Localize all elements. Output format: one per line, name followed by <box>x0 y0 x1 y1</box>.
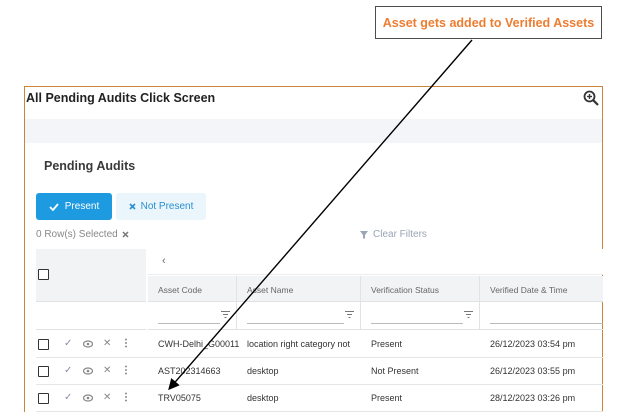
cell-asset-code: TRV05075 <box>158 393 201 403</box>
filter-input-line[interactable] <box>247 323 344 324</box>
cell-verification-status: Present <box>371 339 403 349</box>
filter-cell-asset-name[interactable] <box>237 302 361 329</box>
pending-audits-grid: ‹ Asset Code Asset Name Verification Sta… <box>36 249 603 413</box>
column-header-asset-code[interactable]: Asset Code <box>148 276 237 301</box>
column-header-label: Verification Status <box>371 285 440 295</box>
present-button-label: Present <box>64 201 100 212</box>
row-checkbox[interactable] <box>38 393 49 404</box>
reject-x-icon[interactable]: ✕ <box>103 392 111 403</box>
clear-selection-icon[interactable] <box>122 231 129 238</box>
screen-title: All Pending Audits Click Screen <box>26 91 216 105</box>
grid-filter-spacer <box>36 302 146 330</box>
column-header-asset-name[interactable]: Asset Name <box>237 276 361 301</box>
not-present-button[interactable]: Not Present <box>116 193 206 220</box>
verify-check-icon[interactable]: ✓ <box>64 338 72 349</box>
reject-x-icon[interactable]: ✕ <box>103 365 111 376</box>
more-options-icon[interactable]: ⋮ <box>121 365 131 376</box>
grid-select-header <box>36 249 146 302</box>
filter-input-line[interactable] <box>490 323 603 324</box>
table-row[interactable]: ✓ ✕ ⋮ CWH-Delhi_G00011 location right ca… <box>36 331 603 358</box>
cell-verified-date: 26/12/2023 03:54 pm <box>490 339 576 349</box>
filter-menu-icon[interactable] <box>464 310 473 319</box>
present-button[interactable]: Present <box>36 193 112 220</box>
cell-verification-status: Present <box>371 393 403 403</box>
grid-filter-row <box>148 302 603 330</box>
grid-scroll-bar: ‹ <box>148 249 603 275</box>
filter-menu-icon[interactable] <box>221 310 230 319</box>
filter-cell-verified-date[interactable] <box>480 302 603 329</box>
cell-asset-name: desktop <box>247 366 279 376</box>
filter-input-line[interactable] <box>158 323 220 324</box>
column-header-verified-date[interactable]: Verified Date & Time <box>480 276 603 301</box>
table-row[interactable]: ✓ ✕ ⋮ AST202314663 desktop Not Present 2… <box>36 358 603 385</box>
clear-filters-label: Clear Filters <box>373 229 427 240</box>
verify-check-icon[interactable]: ✓ <box>64 392 72 403</box>
filter-cell-asset-code[interactable] <box>148 302 237 329</box>
filter-input-line[interactable] <box>371 323 463 324</box>
check-icon <box>49 202 59 211</box>
rows-selected-text: 0 Row(s) Selected <box>36 229 118 240</box>
select-all-checkbox[interactable] <box>38 269 49 280</box>
column-header-label: Verified Date & Time <box>490 285 568 295</box>
cell-asset-name: location right category not <box>247 339 351 349</box>
reject-x-icon[interactable]: ✕ <box>103 338 111 349</box>
grid-header-row: Asset Code Asset Name Verification Statu… <box>148 276 603 302</box>
table-row[interactable]: ✓ ✕ ⋮ TRV05075 desktop Present 28/12/202… <box>36 385 603 412</box>
zoom-in-icon[interactable] <box>583 90 599 106</box>
callout-text: Asset gets added to Verified Assets <box>382 15 595 30</box>
header-band <box>25 119 602 143</box>
verify-check-icon[interactable]: ✓ <box>64 365 72 376</box>
view-eye-icon[interactable] <box>83 394 93 402</box>
cell-verification-status: Not Present <box>371 366 419 376</box>
section-title: Pending Audits <box>44 159 136 173</box>
not-present-button-label: Not Present <box>140 201 194 212</box>
cell-asset-code: CWH-Delhi_G00011 <box>158 339 240 349</box>
annotation-callout: Asset gets added to Verified Assets <box>375 6 602 39</box>
filter-menu-icon[interactable] <box>345 310 354 319</box>
column-header-label: Asset Code <box>158 285 202 295</box>
view-eye-icon[interactable] <box>83 367 93 375</box>
cell-asset-name: desktop <box>247 393 279 403</box>
column-header-verification-status[interactable]: Verification Status <box>361 276 480 301</box>
row-checkbox[interactable] <box>38 339 49 350</box>
cell-verified-date: 28/12/2023 03:26 pm <box>490 393 576 403</box>
rows-selected-indicator: 0 Row(s) Selected <box>36 229 129 240</box>
more-options-icon[interactable]: ⋮ <box>121 392 131 403</box>
filter-cell-verification-status[interactable] <box>361 302 480 329</box>
cell-asset-code: AST202314663 <box>158 366 221 376</box>
close-icon <box>129 203 136 210</box>
screen-frame: All Pending Audits Click Screen Pending … <box>24 86 603 412</box>
more-options-icon[interactable]: ⋮ <box>121 338 131 349</box>
filter-icon <box>360 230 368 239</box>
clear-filters-button[interactable]: Clear Filters <box>360 229 427 240</box>
cell-verified-date: 26/12/2023 03:55 pm <box>490 366 576 376</box>
scroll-left-icon[interactable]: ‹ <box>162 255 166 267</box>
row-checkbox[interactable] <box>38 366 49 377</box>
column-header-label: Asset Name <box>247 285 294 295</box>
view-eye-icon[interactable] <box>83 340 93 348</box>
